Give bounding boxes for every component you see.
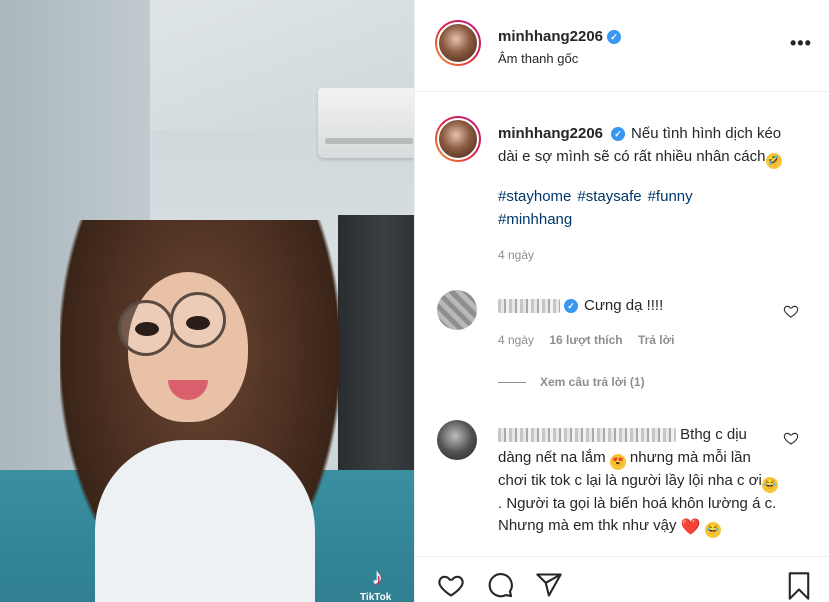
heart-eyes-emoji-icon: 😍 <box>609 453 626 470</box>
media-air-conditioner-vent <box>325 138 413 144</box>
rofl-emoji-icon: 🤣 <box>765 153 782 169</box>
commenter-avatar[interactable] <box>437 290 477 330</box>
view-replies-label: Xem câu trả lời (1) <box>540 375 645 389</box>
verified-badge-icon: ✓ <box>564 299 578 314</box>
red-heart-emoji-icon: ❤️ <box>680 519 701 536</box>
verified-badge-icon: ✓ <box>611 127 626 142</box>
comment-icon[interactable] <box>486 571 514 599</box>
tiktok-watermark: TikTok <box>360 592 392 602</box>
media-air-conditioner <box>318 88 414 158</box>
author-avatar[interactable] <box>435 20 481 66</box>
media-eye-left <box>135 322 159 336</box>
caption-timestamp[interactable]: 4 ngày <box>498 248 534 262</box>
post-media[interactable]: ♪ TikTok <box>0 0 414 602</box>
view-replies-button[interactable]: Xem câu trả lời (1) <box>498 375 645 389</box>
comment-like-heart-icon[interactable] <box>783 303 799 319</box>
post-header: minhhang2206 ✓ Âm thanh gốc ••• <box>415 0 829 92</box>
author-row: minhhang2206 ✓ <box>498 28 622 46</box>
reply-button[interactable]: Trả lời <box>638 333 675 347</box>
comment-text: . Người ta gọi là biến hoá khôn lường á … <box>498 494 777 535</box>
hashtag-link[interactable]: #staysafe <box>577 188 641 205</box>
commenter-username-blurred[interactable] <box>498 299 560 314</box>
hashtag-link[interactable]: #stayhome <box>498 188 571 205</box>
comment-text: Cưng dạ !!!! <box>584 297 664 314</box>
verified-badge-icon: ✓ <box>607 29 622 44</box>
view-replies-divider <box>498 382 526 384</box>
bookmark-icon[interactable] <box>785 571 813 601</box>
joy-emoji-icon: 😂 <box>761 476 778 493</box>
comment-2: Bthg c dịu dàng nết na lắm 😍 nhưng mà mỗ… <box>498 424 778 538</box>
more-options-button[interactable]: ••• <box>790 34 812 52</box>
audio-label[interactable]: Âm thanh gốc <box>498 51 578 66</box>
hashtag-link[interactable]: #funny <box>648 188 693 205</box>
comment-1: ✓ Cưng dạ !!!! <box>498 296 663 316</box>
caption-avatar[interactable] <box>435 116 481 162</box>
commenter-username-blurred[interactable] <box>498 428 676 443</box>
comment-1-meta: 4 ngày 16 lượt thích Trả lời <box>498 333 687 347</box>
media-eye-right <box>186 316 210 330</box>
share-icon[interactable] <box>535 571 563 599</box>
author-username[interactable]: minhhang2206 <box>498 28 603 45</box>
hashtag-link[interactable]: #minhhang <box>498 211 572 228</box>
comment-like-heart-icon[interactable] <box>783 430 799 446</box>
commenter-avatar[interactable] <box>437 420 477 460</box>
caption: minhhang2206 ✓ Nếu tình hình dịch kéo dài … <box>498 122 803 169</box>
tiktok-logo-icon: ♪ <box>372 564 383 589</box>
caption-username[interactable]: minhhang2206 <box>498 125 603 142</box>
comment-timestamp[interactable]: 4 ngày <box>498 333 534 347</box>
hashtag-list: #stayhome #staysafe #funny #minhhang <box>498 185 798 231</box>
post-panel: minhhang2206 ✓ Âm thanh gốc ••• minhhang2… <box>414 0 829 602</box>
media-person-shirt <box>95 440 315 602</box>
comment-likes-count[interactable]: 16 lượt thích <box>549 333 622 347</box>
heart-icon[interactable] <box>437 571 465 599</box>
action-bar <box>415 556 829 602</box>
joy-emoji-icon: 😂 <box>704 522 721 538</box>
